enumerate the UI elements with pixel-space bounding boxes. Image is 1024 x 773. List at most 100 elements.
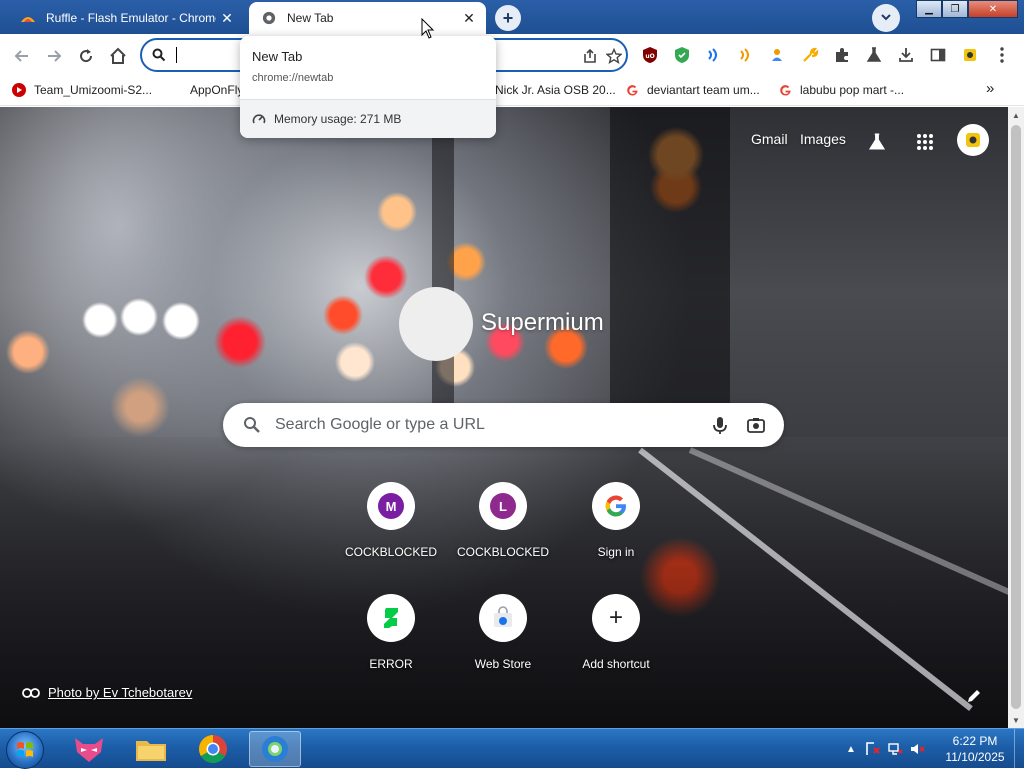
camera-lens-icon[interactable]	[745, 414, 767, 436]
taskbar-supermium[interactable]	[249, 731, 301, 767]
labs-flask-icon[interactable]	[863, 44, 885, 66]
window-controls: ▁ ❐ ✕	[916, 0, 1018, 18]
side-panel-icon[interactable]	[927, 44, 949, 66]
close-window-button[interactable]: ✕	[968, 0, 1018, 18]
account-avatar[interactable]	[957, 124, 989, 156]
youtube-icon	[12, 83, 26, 97]
vertical-scrollbar[interactable]: ▲ ▼	[1008, 107, 1024, 728]
customize-pencil-icon[interactable]	[965, 687, 985, 707]
sound-extension-icon[interactable]	[735, 44, 757, 66]
bookmark-item[interactable]: Team_Umizoomi-S2...	[12, 83, 152, 97]
images-link[interactable]: Images	[800, 131, 846, 147]
folder-icon	[136, 741, 166, 761]
taskbar-clock[interactable]: 6:22 PM 11/10/2025	[940, 733, 1010, 765]
back-button[interactable]	[8, 42, 36, 70]
ntp-search-input[interactable]	[273, 413, 693, 437]
system-tray: ▲	[840, 729, 928, 769]
microphone-icon[interactable]	[709, 414, 731, 436]
ntp-logo-circle	[399, 287, 473, 361]
svg-text:uO: uO	[645, 53, 654, 60]
shortcut-tile[interactable]: Web Store	[447, 594, 559, 694]
photo-credit-link[interactable]: Photo by Ev Tchebotarev	[22, 685, 192, 700]
windows-taskbar: ▲ 6:22 PM 11/10/2025	[0, 728, 1024, 769]
add-shortcut-tile[interactable]: + Add shortcut	[560, 594, 672, 694]
show-desktop-button[interactable]	[1014, 729, 1024, 769]
tray-expand-icon[interactable]: ▲	[840, 738, 862, 760]
minimize-button[interactable]: ▁	[916, 0, 942, 18]
bookmark-label: Nick Jr. Asia OSB 20...	[495, 83, 616, 97]
text-caret	[176, 47, 177, 63]
share-icon[interactable]	[580, 46, 600, 66]
taskbar-explorer[interactable]	[125, 731, 177, 767]
windows-logo-icon	[17, 742, 33, 757]
mouse-cursor-icon	[421, 18, 435, 39]
shortcut-icon-circle	[592, 482, 640, 530]
shield-extension-icon[interactable]	[671, 44, 693, 66]
reload-button[interactable]	[72, 42, 100, 70]
volume-muted-icon[interactable]	[906, 738, 928, 760]
scroll-down-icon[interactable]: ▼	[1008, 712, 1024, 728]
background-figure	[610, 107, 730, 407]
new-tab-button[interactable]: +	[495, 5, 521, 31]
browser-toolbar: uO	[0, 34, 1024, 76]
shortcut-icon-circle: M	[367, 482, 415, 530]
bookmark-item[interactable]: labubu pop mart -...	[778, 83, 904, 97]
scroll-thumb[interactable]	[1011, 125, 1021, 709]
google-icon	[778, 83, 792, 97]
tab-strip: Ruffle - Flash Emulator - Chrome ✕ New T…	[0, 0, 1024, 34]
shortcut-tile[interactable]: L COCKBLOCKED	[447, 482, 559, 582]
ublock-origin-icon[interactable]: uO	[639, 44, 661, 66]
wrench-extension-icon[interactable]	[799, 44, 821, 66]
tab-search-button[interactable]	[872, 4, 900, 32]
shortcut-tile[interactable]: Sign in	[560, 482, 672, 582]
shortcut-tile[interactable]: ERROR	[335, 594, 447, 694]
account-avatar-icon	[966, 133, 980, 147]
shortcut-label: Sign in	[597, 545, 635, 559]
bookmarks-bar: Team_Umizoomi-S2... AppOnFly Nick Jr. As…	[0, 76, 1024, 106]
start-button[interactable]	[6, 731, 44, 769]
search-icon	[152, 48, 166, 67]
arrow-right-icon	[48, 50, 62, 62]
bookmark-item[interactable]: Nick Jr. Asia OSB 20...	[495, 83, 616, 97]
shortcut-label: COCKBLOCKED	[344, 545, 438, 559]
background-pole	[432, 107, 454, 437]
bookmark-star-icon[interactable]	[604, 46, 624, 66]
link-icon	[22, 687, 40, 698]
gmail-link[interactable]: Gmail	[751, 131, 788, 147]
bookmark-item[interactable]: AppOnFly	[190, 83, 243, 97]
shortcut-icon-circle	[367, 594, 415, 642]
chrome-favicon-icon	[261, 10, 277, 26]
tab-hover-card: New Tab chrome://newtab Memory usage: 27…	[240, 36, 496, 138]
ntp-logo-text: Supermium	[481, 309, 604, 336]
forward-button[interactable]	[40, 42, 68, 70]
hover-card-title: New Tab	[252, 49, 303, 64]
scroll-up-icon[interactable]: ▲	[1008, 107, 1024, 123]
reload-icon	[80, 49, 93, 63]
tab-close-icon[interactable]: ✕	[458, 7, 480, 29]
tab-close-icon[interactable]: ✕	[216, 7, 238, 29]
profile-avatar-icon[interactable]	[959, 44, 981, 66]
labs-flask-icon[interactable]	[866, 131, 888, 153]
action-center-icon[interactable]	[862, 738, 884, 760]
taskbar-chrome[interactable]	[187, 731, 239, 767]
apps-grid-icon[interactable]	[914, 131, 936, 153]
bookmark-label: Team_Umizoomi-S2...	[34, 83, 153, 97]
google-icon	[605, 495, 626, 517]
letter-m-icon: M	[378, 493, 404, 519]
wave-extension-icon[interactable]	[703, 44, 725, 66]
taskbar-fox-app[interactable]	[63, 731, 115, 767]
tab-ruffle[interactable]: Ruffle - Flash Emulator - Chrome ✕	[8, 2, 244, 34]
shortcut-tile[interactable]: M COCKBLOCKED	[335, 482, 447, 582]
extensions-puzzle-icon[interactable]	[831, 44, 853, 66]
shortcut-label: Add shortcut	[582, 657, 650, 671]
bookmark-item[interactable]: deviantart team um...	[625, 83, 760, 97]
maximize-button[interactable]: ❐	[942, 0, 968, 18]
network-icon[interactable]	[884, 738, 906, 760]
home-button[interactable]	[104, 42, 132, 70]
download-icon[interactable]	[895, 44, 917, 66]
menu-kebab-icon[interactable]	[991, 44, 1013, 66]
ntp-search-box[interactable]	[223, 403, 784, 447]
tab-new-tab[interactable]: New Tab ✕	[249, 2, 486, 34]
person-extension-icon[interactable]	[767, 44, 789, 66]
bookmarks-overflow-button[interactable]: »	[986, 80, 994, 97]
